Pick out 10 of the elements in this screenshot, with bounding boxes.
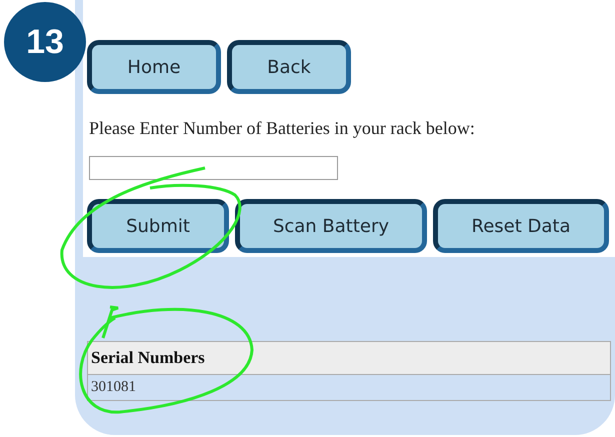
nav-button[interactable]: Home (87, 40, 221, 94)
prompt-text: Please Enter Number of Batteries in your rack below: (89, 118, 476, 139)
nav-button[interactable]: Back (227, 40, 351, 94)
action-button[interactable]: Reset Data (433, 199, 609, 253)
step-badge: 13 (4, 2, 86, 82)
input-field[interactable] (89, 156, 338, 180)
action-button[interactable]: Submit (87, 199, 229, 253)
column-header: Serial Numbers (88, 342, 610, 374)
table-cell: 301081 (88, 374, 610, 400)
action-button[interactable]: Scan Battery (235, 199, 427, 253)
